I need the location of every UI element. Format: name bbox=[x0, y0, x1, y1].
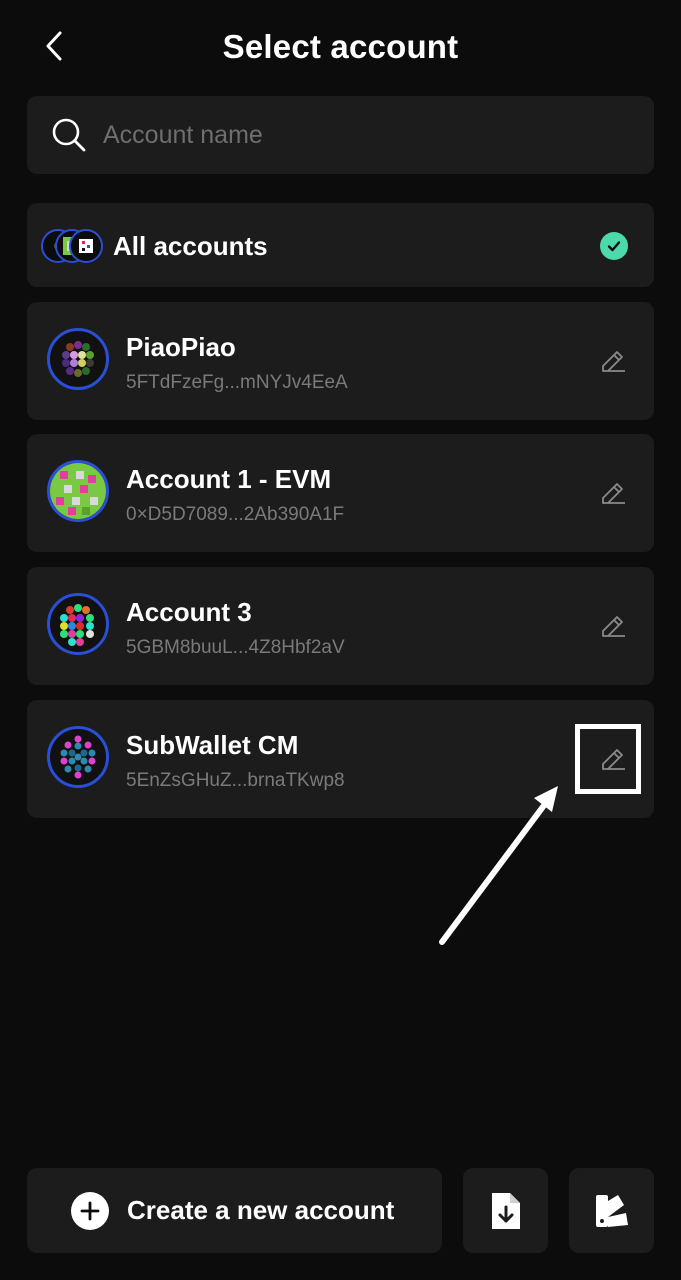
account-name: Account 3 bbox=[126, 597, 252, 627]
plus-icon bbox=[71, 1191, 109, 1230]
avatar bbox=[47, 726, 109, 788]
avatar bbox=[47, 593, 109, 655]
annotation-arrow-icon bbox=[439, 786, 558, 945]
account-address: 5FTdFzeFg...mNYJv4EeA bbox=[126, 372, 348, 393]
account-name: PiaoPiao bbox=[126, 332, 236, 362]
account-address: 5EnZsGHuZ...brnaTKwp8 bbox=[126, 770, 345, 791]
edit-icon[interactable] bbox=[598, 611, 628, 641]
all-accounts-item[interactable]: All accounts bbox=[27, 203, 654, 287]
account-name: SubWallet CM bbox=[126, 730, 299, 760]
search-icon bbox=[49, 115, 89, 155]
account-item[interactable]: Account 1 - EVM 0×D5D7089...2Ab390A1F bbox=[27, 434, 654, 552]
search-input[interactable] bbox=[101, 104, 654, 166]
create-account-label: Create a new account bbox=[127, 1195, 395, 1225]
account-address: 5GBM8buuL...4Z8Hbf2aV bbox=[126, 637, 345, 658]
avatar bbox=[69, 229, 103, 263]
account-name: Account 1 - EVM bbox=[126, 464, 332, 494]
import-account-button[interactable] bbox=[463, 1168, 548, 1253]
check-icon bbox=[600, 232, 628, 260]
account-item[interactable]: PiaoPiao 5FTdFzeFg...mNYJv4EeA bbox=[27, 302, 654, 420]
swatch-icon bbox=[595, 1194, 628, 1227]
file-download-icon bbox=[491, 1192, 520, 1229]
edit-icon[interactable] bbox=[598, 478, 628, 508]
avatar bbox=[47, 328, 109, 390]
edit-icon[interactable] bbox=[598, 346, 628, 376]
highlight-box bbox=[575, 724, 641, 794]
attach-account-button[interactable] bbox=[569, 1168, 654, 1253]
page-title: Select account bbox=[222, 28, 459, 65]
account-address: 0×D5D7089...2Ab390A1F bbox=[126, 504, 345, 525]
header: Select account bbox=[0, 0, 681, 100]
search-bar bbox=[27, 96, 654, 174]
create-account-button[interactable]: Create a new account bbox=[27, 1168, 442, 1253]
account-item[interactable]: Account 3 5GBM8buuL...4Z8Hbf2aV bbox=[27, 567, 654, 685]
avatar-stack bbox=[41, 229, 115, 263]
all-accounts-label: All accounts bbox=[113, 231, 268, 261]
avatar bbox=[47, 460, 109, 522]
